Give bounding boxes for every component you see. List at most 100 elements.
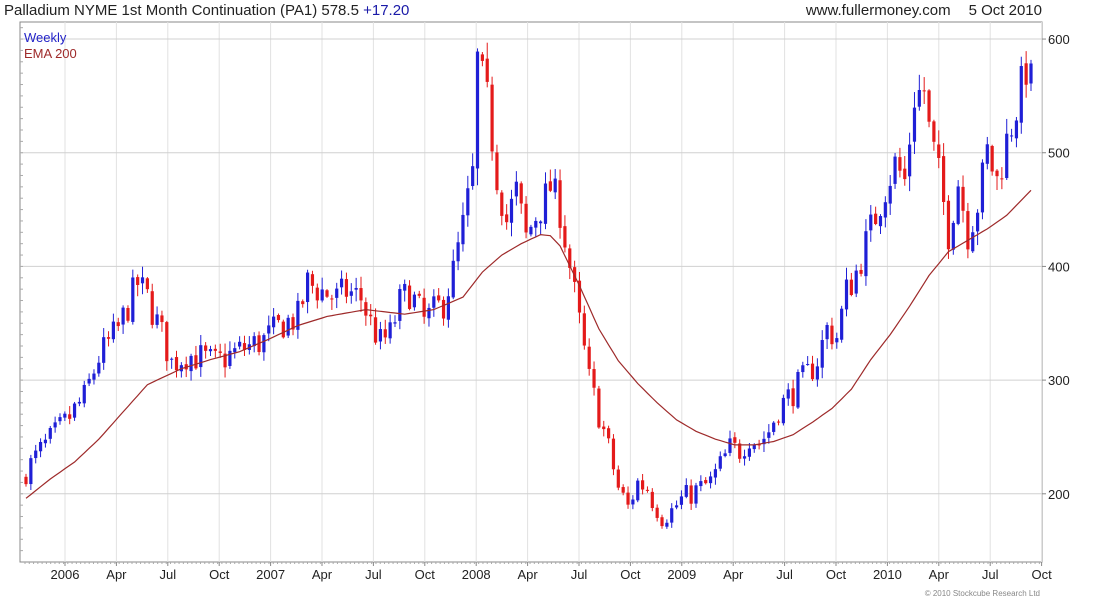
candle-body [267,325,271,334]
candle-body [170,358,174,360]
candle-body [592,369,596,388]
candle-body [602,426,606,430]
candle-body [801,365,805,373]
candle-body [665,522,669,527]
candle-body [946,200,951,250]
candle-body [849,279,853,295]
candle-body [286,317,290,336]
candle-body [859,269,863,274]
candle-body [835,338,839,343]
candle-body [344,279,349,297]
candle-body [529,226,533,235]
candle-body [208,349,213,352]
candle-body [1014,120,1019,139]
x-tick-label: 2009 [667,567,696,582]
x-tick-label: Apr [517,567,538,582]
candle-body [990,145,994,172]
candle-body [111,321,115,340]
candle-body [364,302,368,316]
candle-body [354,287,358,290]
candle-body [505,214,509,223]
candle-body [500,192,504,216]
candle-body [942,156,946,203]
candle-body [471,166,475,187]
x-tick-label: 2008 [462,567,491,582]
candle-body [437,295,441,301]
candle-body [315,287,319,301]
candle-body [878,216,883,227]
candle-body [281,321,285,338]
candle-body [534,220,538,228]
candle-body [699,481,703,487]
candle-body [796,371,800,408]
y-tick-label: 500 [1048,146,1070,161]
candle-body [738,443,742,459]
candle-body [626,492,630,505]
candle-body [558,180,562,228]
candle-body [888,185,892,204]
candle-body [369,314,373,317]
x-tick-label: Apr [929,567,950,582]
candle-body [893,156,897,184]
candle-body [776,421,781,423]
candle-body [218,351,222,353]
candle-body [975,212,980,232]
x-tick-label: Apr [312,567,333,582]
candle-body [422,297,426,317]
candle-body [611,438,616,470]
candle-body [320,289,324,301]
candle-body [815,366,819,380]
price-chart: 200 300 400 500 600 2006 Apr Jul Oct 2007 Apr Jul O… [19,21,1070,582]
x-tick-label: Oct [620,567,641,582]
candle-body [310,274,315,286]
candle-body [150,291,154,325]
candle-body [825,325,829,340]
candle-body [165,322,169,362]
candle-body [937,144,941,158]
candle-body [951,222,955,250]
candle-body [140,277,145,284]
candle-body [874,213,878,225]
candle-body [563,226,567,248]
candle-body [82,384,86,404]
candle-body [199,345,203,368]
x-tick-label: 2007 [256,567,285,582]
candle-body [204,345,208,351]
candle-body [694,485,698,504]
candle-body [72,403,77,418]
candle-body [131,277,135,322]
candle-body [961,186,965,211]
candle-body [48,427,52,439]
candle-body [995,170,999,177]
candle-body [767,432,771,438]
x-tick-label: Jul [571,567,588,582]
candle-body [1000,178,1004,180]
candle-body [820,340,824,368]
candle-body [441,299,446,319]
candle-body [383,329,387,338]
x-tick-label: Oct [209,567,230,582]
candle-body [883,202,887,218]
candle-body [548,181,552,191]
candle-body [475,51,480,169]
candle-body [640,480,645,490]
x-tick-label: 2010 [873,567,902,582]
candle-body [553,178,557,193]
x-tick-label: Jul [159,567,176,582]
candle-body [791,388,795,407]
x-tick-label: Apr [723,567,744,582]
candle-body [330,298,334,300]
candle-body [869,214,873,231]
candle-body [810,363,815,380]
candle-body [403,283,407,291]
candle-body [645,489,650,491]
candle-body [1019,66,1023,123]
candle-body [272,316,276,328]
candle-body [466,188,470,216]
candle-body [631,499,635,505]
candle-body [912,107,917,142]
candle-body [174,357,179,371]
candle-body [446,296,450,320]
y-tick-label: 300 [1048,373,1070,388]
candle-body [903,168,907,180]
